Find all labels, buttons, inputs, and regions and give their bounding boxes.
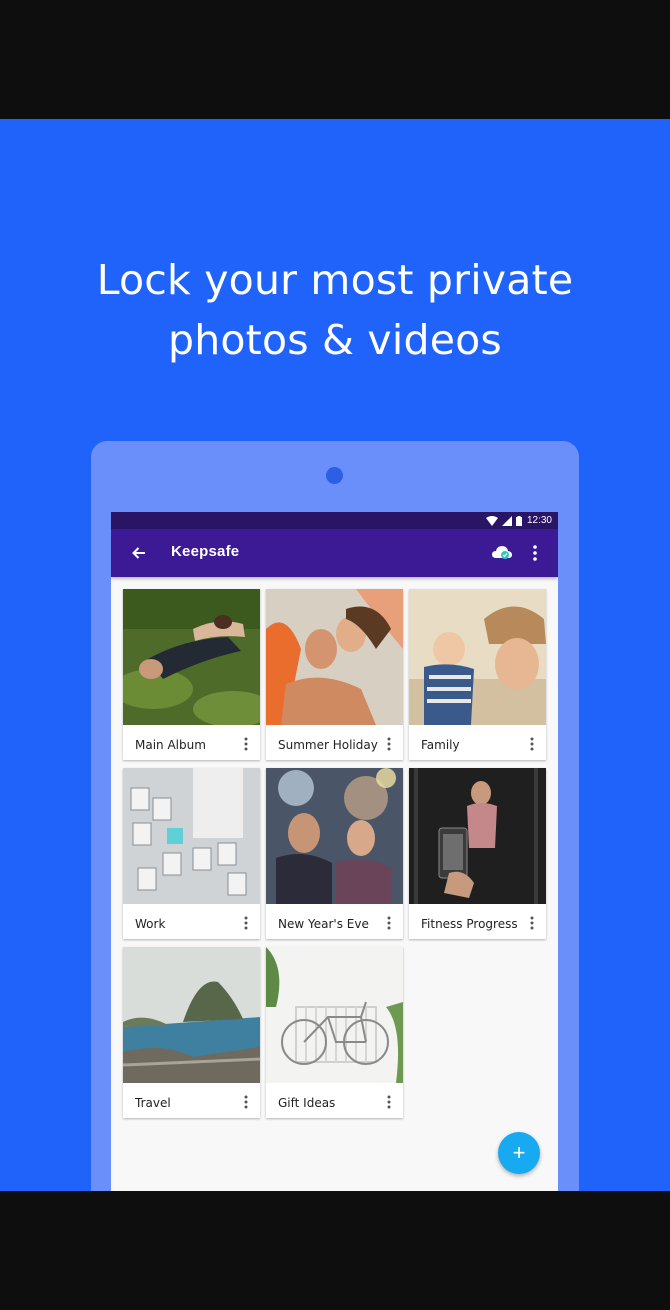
tablet-frame: 12:30 Keepsafe Main Album Summer Holiday… bbox=[91, 441, 579, 1191]
more-vert-icon[interactable] bbox=[529, 737, 535, 751]
album-thumbnail bbox=[266, 768, 403, 904]
camera-icon bbox=[326, 467, 343, 484]
album-thumbnail bbox=[266, 589, 403, 725]
album-thumbnail bbox=[266, 947, 403, 1083]
status-time: 12:30 bbox=[526, 515, 552, 526]
battery-icon bbox=[515, 515, 522, 526]
back-arrow-icon[interactable] bbox=[129, 543, 149, 563]
album-label: Work bbox=[135, 917, 166, 931]
app-screen: 12:30 Keepsafe Main Album Summer Holiday… bbox=[111, 512, 558, 1191]
album-label: New Year's Eve bbox=[278, 917, 369, 931]
album-card-fitness-progress[interactable]: Fitness Progress bbox=[409, 768, 546, 939]
signal-icon bbox=[501, 515, 512, 526]
more-vert-icon[interactable] bbox=[529, 542, 541, 564]
album-card-work[interactable]: Work bbox=[123, 768, 260, 939]
album-label: Family bbox=[421, 738, 460, 752]
more-vert-icon[interactable] bbox=[243, 737, 249, 751]
add-icon: + bbox=[512, 1140, 526, 1165]
album-label: Summer Holiday bbox=[278, 738, 378, 752]
album-card-family[interactable]: Family bbox=[409, 589, 546, 760]
cloud-sync-icon[interactable] bbox=[491, 544, 513, 562]
more-vert-icon[interactable] bbox=[386, 737, 392, 751]
add-button[interactable]: + bbox=[498, 1132, 540, 1174]
more-vert-icon[interactable] bbox=[243, 916, 249, 930]
album-thumbnail bbox=[123, 768, 260, 904]
album-card-travel[interactable]: Travel bbox=[123, 947, 260, 1118]
album-thumbnail bbox=[409, 589, 546, 725]
album-card-summer-holiday[interactable]: Summer Holiday bbox=[266, 589, 403, 760]
album-thumbnail bbox=[123, 947, 260, 1083]
headline: Lock your most private photos & videos bbox=[0, 250, 670, 370]
more-vert-icon[interactable] bbox=[386, 916, 392, 930]
headline-line-2: photos & videos bbox=[167, 316, 502, 365]
more-vert-icon[interactable] bbox=[243, 1095, 249, 1109]
status-bar: 12:30 bbox=[111, 512, 558, 529]
album-card-main-album[interactable]: Main Album bbox=[123, 589, 260, 760]
album-card-gift-ideas[interactable]: Gift Ideas bbox=[266, 947, 403, 1118]
wifi-icon bbox=[485, 515, 498, 526]
album-thumbnail bbox=[123, 589, 260, 725]
promo-banner: Lock your most private photos & videos 1… bbox=[0, 119, 670, 1191]
album-label: Gift Ideas bbox=[278, 1096, 336, 1110]
headline-line-1: Lock your most private bbox=[96, 256, 574, 305]
more-vert-icon[interactable] bbox=[386, 1095, 392, 1109]
app-bar: Keepsafe bbox=[111, 529, 558, 577]
album-thumbnail bbox=[409, 768, 546, 904]
album-label: Travel bbox=[135, 1096, 171, 1110]
album-card-new-years-eve[interactable]: New Year's Eve bbox=[266, 768, 403, 939]
app-title: Keepsafe bbox=[171, 543, 240, 560]
more-vert-icon[interactable] bbox=[529, 916, 535, 930]
album-label: Main Album bbox=[135, 738, 206, 752]
album-label: Fitness Progress bbox=[421, 917, 518, 931]
